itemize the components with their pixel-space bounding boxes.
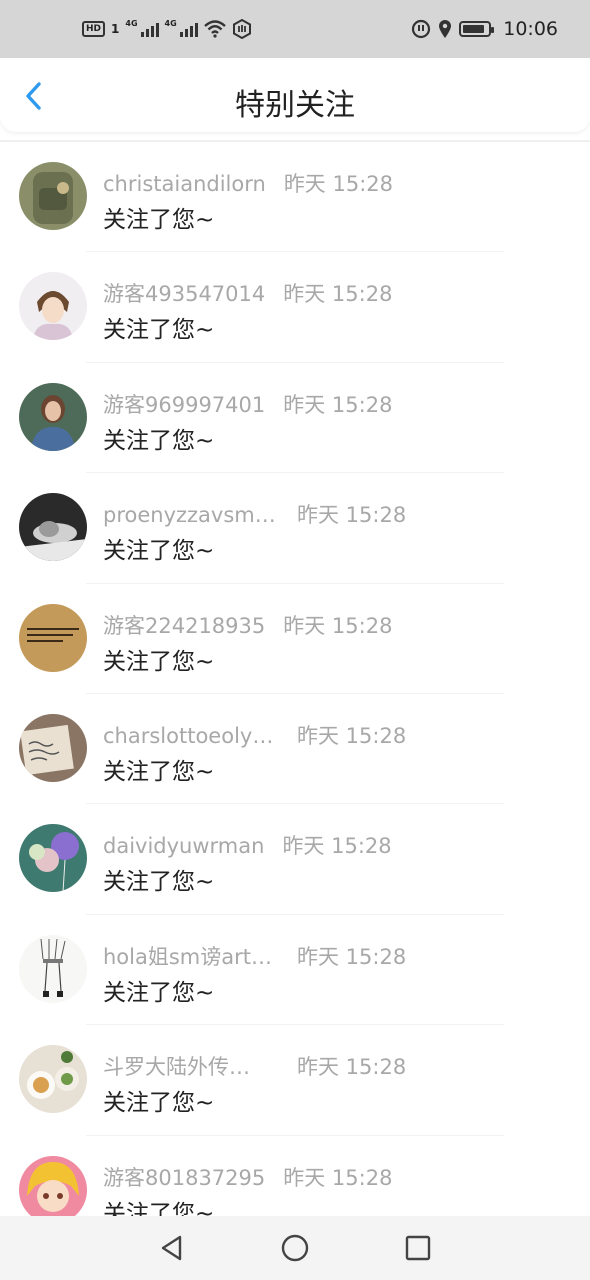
avatar[interactable]: [19, 934, 87, 1003]
battery-icon: [459, 21, 495, 37]
item-meta: 游客224218935 昨天 15:28: [103, 610, 392, 640]
avatar[interactable]: [19, 272, 87, 341]
username[interactable]: 游客969997401: [103, 389, 265, 419]
home-circle-icon: [281, 1234, 309, 1262]
nav-home-button[interactable]: [275, 1228, 315, 1268]
page-title: 特别关注: [235, 88, 355, 123]
username[interactable]: hola姐sm谤art…: [103, 941, 277, 971]
timestamp: 昨天 15:28: [297, 1055, 407, 1080]
signal-icon: [140, 21, 159, 37]
notification-message: 关注了您~: [103, 869, 215, 896]
username[interactable]: 斗罗大陆外传…: [103, 1051, 277, 1081]
avatar[interactable]: [19, 824, 87, 893]
signal-icon: [179, 21, 198, 37]
item-meta: christaiandilorn 昨天 15:28: [103, 168, 393, 198]
item-meta: 游客969997401 昨天 15:28: [103, 389, 392, 419]
list-item[interactable]: christaiandilorn 昨天 15:28 关注了您~: [0, 142, 590, 253]
alarm-icon: [412, 19, 431, 39]
notification-message: 关注了您~: [103, 427, 215, 454]
list-item[interactable]: 游客801837295 昨天 15:28 关注了您~: [0, 1136, 590, 1216]
item-meta: daividyuwrman 昨天 15:28: [103, 830, 392, 860]
list-item[interactable]: hola姐sm谤art… 昨天 15:28 关注了您~: [0, 915, 590, 1026]
list-item[interactable]: proenyzzavsm… 昨天 15:28 关注了您~: [0, 473, 590, 584]
timestamp: 昨天 15:28: [297, 723, 407, 748]
notification-message: 关注了您~: [103, 1090, 215, 1117]
notification-message: 关注了您~: [103, 758, 215, 785]
list-item[interactable]: 游客493547014 昨天 15:28 关注了您~: [0, 252, 590, 364]
network-type-1: 4G: [125, 19, 138, 28]
list-item[interactable]: 游客224218935 昨天 15:28 关注了您~: [0, 584, 590, 695]
hand-icon: [232, 19, 251, 39]
timestamp: 昨天 15:28: [283, 282, 393, 307]
list-item[interactable]: charslottoeoly… 昨天 15:28 关注了您~: [0, 694, 590, 805]
notification-message: 关注了您~: [103, 538, 215, 565]
status-left-icons: HD 1 4G 4G: [82, 19, 252, 39]
timestamp: 昨天 15:28: [297, 503, 407, 528]
timestamp: 昨天 15:28: [283, 172, 394, 196]
timestamp: 昨天 15:28: [283, 613, 393, 638]
username[interactable]: 游客801837295: [103, 1162, 265, 1192]
username[interactable]: proenyzzavsm…: [103, 503, 277, 527]
avatar[interactable]: [19, 713, 87, 782]
notification-message: 关注了您~: [103, 1200, 215, 1216]
sim-number: 1: [111, 22, 120, 36]
timestamp: 昨天 15:28: [283, 392, 393, 417]
notification-message: 关注了您~: [103, 648, 215, 675]
avatar[interactable]: [19, 493, 87, 562]
item-meta: 游客801837295 昨天 15:28: [103, 1162, 392, 1192]
location-icon: [439, 20, 452, 38]
network-type-2: 4G: [164, 19, 177, 28]
list-item[interactable]: 斗罗大陆外传… 昨天 15:28 关注了您~: [0, 1025, 590, 1136]
back-triangle-icon: [161, 1235, 181, 1261]
avatar[interactable]: [19, 1045, 87, 1114]
username[interactable]: daividyuwrman: [103, 834, 264, 858]
item-meta: charslottoeoly… 昨天 15:28: [103, 720, 406, 750]
app-header: 特别关注: [0, 58, 590, 132]
follow-list: christaiandilorn 昨天 15:28 关注了您~ 游客493547014…: [0, 142, 590, 1216]
timestamp: 昨天 15:28: [282, 834, 392, 859]
notification-message: 关注了您~: [103, 979, 215, 1006]
list-item[interactable]: 游客969997401 昨天 15:28 关注了您~: [0, 363, 590, 474]
status-time: 10:06: [503, 18, 558, 40]
system-nav-bar: [0, 1216, 590, 1280]
avatar[interactable]: [19, 1155, 87, 1216]
item-meta: 游客493547014 昨天 15:28: [103, 278, 392, 308]
avatar[interactable]: [19, 603, 87, 672]
recents-square-icon: [406, 1235, 431, 1261]
username[interactable]: charslottoeoly…: [103, 724, 277, 748]
notification-message: 关注了您~: [103, 317, 215, 344]
notification-message: 关注了您~: [103, 207, 215, 233]
username[interactable]: 游客493547014: [103, 278, 265, 308]
item-meta: 斗罗大陆外传… 昨天 15:28: [103, 1051, 406, 1081]
hd-icon: HD: [82, 21, 106, 37]
nav-back-button[interactable]: [152, 1228, 192, 1268]
status-right-icons: 10:06: [411, 18, 558, 40]
avatar[interactable]: [19, 162, 87, 230]
timestamp: 昨天 15:28: [283, 1165, 393, 1190]
username[interactable]: 游客224218935: [103, 610, 265, 640]
item-meta: proenyzzavsm… 昨天 15:28: [103, 499, 406, 529]
item-meta: hola姐sm谤art… 昨天 15:28: [103, 941, 406, 971]
wifi-icon: [203, 20, 226, 38]
nav-recents-button[interactable]: [398, 1228, 438, 1268]
timestamp: 昨天 15:28: [297, 944, 407, 969]
avatar[interactable]: [19, 382, 87, 451]
status-bar: HD 1 4G 4G 10:06: [0, 0, 590, 58]
username[interactable]: christaiandilorn: [103, 172, 266, 196]
list-item[interactable]: daividyuwrman 昨天 15:28 关注了您~: [0, 804, 590, 916]
